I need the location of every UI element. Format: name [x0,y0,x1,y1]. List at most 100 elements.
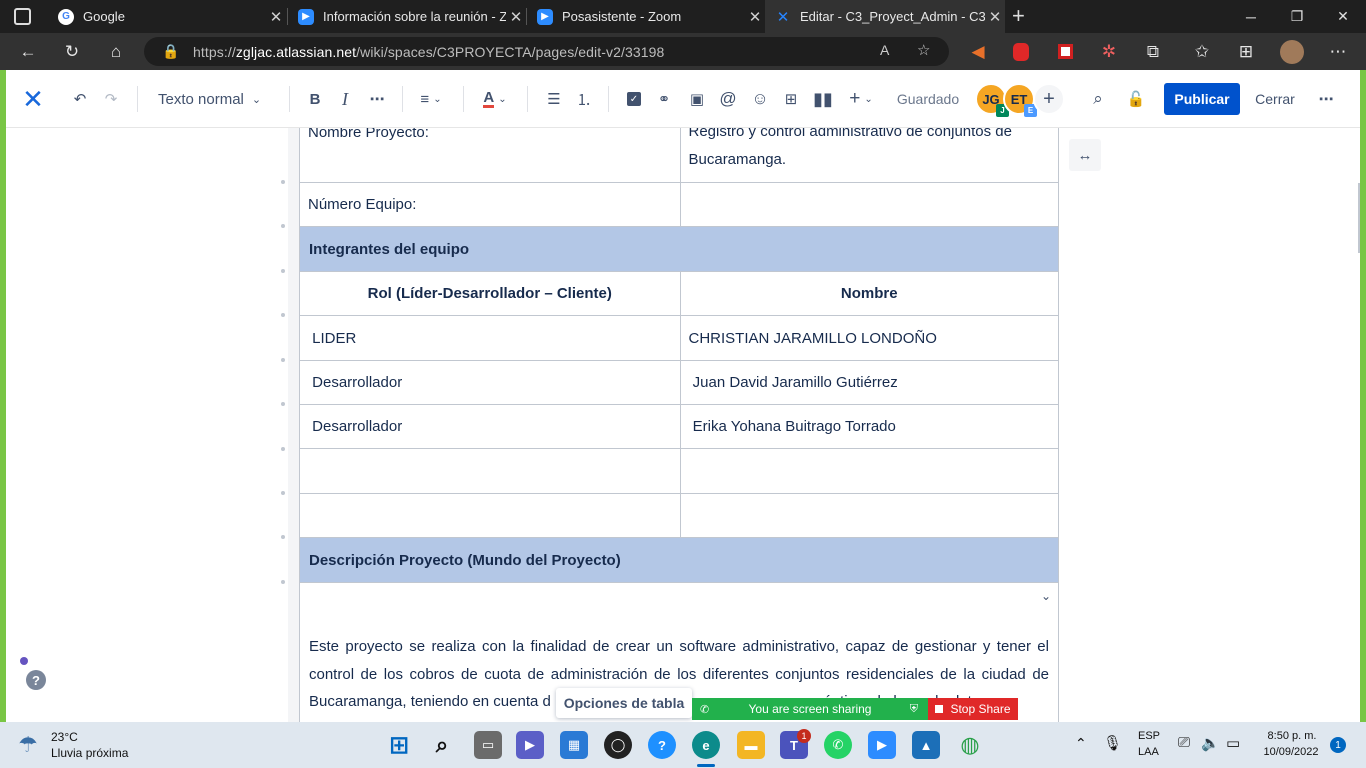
tab-zoom-posasistente[interactable]: ▶ Posasistente - Zoom ✕ [527,0,765,33]
confluence-logo-icon[interactable]: ✕ [18,84,48,114]
chevron-down-icon[interactable]: ⌄ [1041,589,1051,603]
extension-orange-icon[interactable]: ◀ [960,33,996,70]
stop-share-button[interactable]: Stop Share [928,698,1018,720]
scrollbar-thumb[interactable] [1358,183,1360,253]
insert-more-icon[interactable]: + ⌄ [844,87,878,111]
table-cell[interactable]: Juan David Jaramillo Gutiérrez [681,361,1059,404]
task-view-icon[interactable]: ▭ [474,731,502,759]
language-bottom[interactable]: LAA [1138,746,1159,758]
table-cell[interactable]: Desarrollador [300,361,681,404]
table-cell[interactable]: LIDER [300,316,681,360]
globe-app-icon[interactable]: ◍ [956,731,984,759]
table-cell[interactable]: Erika Yohana Buitrago Torrado [681,405,1059,448]
numbered-list-icon[interactable]: ⒈ [572,87,596,111]
italic-icon[interactable]: I [333,87,357,111]
weather-rain-icon[interactable]: ☂ [18,732,38,758]
help-icon[interactable]: ? [26,670,46,690]
collections-icon[interactable]: ⊞ [1228,33,1264,70]
edge-icon[interactable]: e [692,731,720,759]
read-aloud-icon[interactable]: A [880,42,889,58]
refresh-icon[interactable]: ↻ [54,33,90,70]
address-bar[interactable]: 🔒 https://zgljac.atlassian.net/wiki/spac… [144,37,949,66]
tab-confluence-edit[interactable]: ✕ Editar - C3_Proyect_Admin - C3_PROYECT… [765,0,1005,33]
extensions-icon[interactable]: ⧉ [1135,33,1171,70]
table-cell[interactable] [300,494,681,537]
zoom-icon[interactable]: ▶ [868,731,896,759]
photos-icon[interactable]: ▲ [912,731,940,759]
microphone-icon[interactable]: 🎙 [1103,734,1122,752]
notification-badge[interactable]: 1 [1330,737,1346,753]
text-color-icon[interactable]: A ⌄ [478,87,512,111]
more-formatting-icon[interactable]: ⋯ [365,87,389,111]
column-header-role[interactable]: Rol (Líder-Desarrollador – Cliente) [300,272,681,315]
settings-more-icon[interactable]: ⋯ [1320,33,1356,70]
back-icon[interactable]: ← [10,33,46,70]
restore-button[interactable]: ❐ [1274,0,1320,33]
table-options-button[interactable]: Opciones de tabla [556,688,692,718]
table-cell[interactable]: Nombre Proyecto: [300,128,681,182]
image-icon[interactable]: ▣ [685,87,709,111]
table-cell[interactable]: Registro y control administrativo de con… [681,128,1059,182]
tab-zoom-meeting-info[interactable]: ▶ Información sobre la reunión - Zoom ✕ [288,0,526,33]
start-windows-icon[interactable]: ⊞ [385,731,413,759]
emoji-icon[interactable]: ☺ [748,87,772,111]
editor-content[interactable]: Nombre Proyecto: Registro y control admi… [6,128,1360,722]
minimize-button[interactable]: ─ [1228,0,1274,33]
bold-icon[interactable]: B [303,87,327,111]
file-explorer-icon[interactable]: ▬ [737,731,765,759]
app-o-icon[interactable]: ◯ [604,731,632,759]
redo-icon[interactable]: ↷ [99,87,123,111]
extension-stop-icon[interactable] [1003,33,1039,70]
add-favorite-icon[interactable]: ☆ [917,41,930,59]
table-row-handles[interactable] [288,128,299,722]
close-icon[interactable]: ✕ [985,8,1005,26]
restrictions-lock-icon[interactable]: 🔓 [1124,87,1148,111]
table-cell[interactable] [681,449,1059,493]
alignment-icon[interactable]: ≡ ⌄ [414,87,448,111]
language-top[interactable]: ESP [1138,730,1160,742]
table-cell[interactable] [300,449,681,493]
table-icon[interactable]: ⊞ [779,87,803,111]
chevron-up-icon[interactable]: ⌃ [1075,735,1087,752]
table-cell[interactable] [681,183,1059,226]
undo-icon[interactable]: ↶ [68,87,92,111]
close-icon[interactable]: ✕ [506,8,526,26]
text-style-dropdown[interactable]: Texto normal ⌄ [158,87,266,111]
favorites-icon[interactable]: ✩ [1184,33,1220,70]
weather-desc[interactable]: Lluvia próxima [51,746,128,760]
tab-google[interactable]: G Google ✕ [48,0,286,33]
layouts-icon[interactable]: ▮▮ [811,87,835,111]
volume-icon[interactable]: 🔈 [1201,734,1220,752]
column-header-name[interactable]: Nombre [681,272,1059,315]
bullet-list-icon[interactable]: ☰ [542,87,566,111]
weather-temp[interactable]: 23°C [51,730,78,744]
home-icon[interactable]: ⌂ [98,33,134,70]
mention-icon[interactable]: @ [716,87,740,111]
team-section-header[interactable]: Integrantes del equipo [300,227,1059,271]
description-section-header[interactable]: Descripción Proyecto (Mundo del Proyecto… [300,538,1059,582]
table-cell[interactable]: Desarrollador [300,405,681,448]
close-window-button[interactable]: ✕ [1320,0,1366,33]
help-app-icon[interactable]: ? [648,731,676,759]
profile-avatar[interactable] [1274,33,1310,70]
extension-pdf-icon[interactable] [1047,33,1083,70]
search-icon[interactable]: ⌕ [1086,87,1110,111]
clock-date[interactable]: 10/09/2022 [1256,746,1326,758]
display-icon[interactable]: ⎚ [1178,734,1190,751]
table-cell[interactable]: Número Equipo: [300,183,681,226]
whatsapp-icon[interactable]: ✆ [824,731,852,759]
store-icon[interactable]: ▦ [560,731,588,759]
invite-button[interactable]: + [1033,83,1065,115]
link-icon[interactable]: ⚭ [652,87,676,111]
table-cell[interactable] [681,494,1059,537]
tab-actions-icon[interactable] [14,8,31,25]
chat-icon[interactable]: ▶ [516,731,544,759]
new-tab-button[interactable]: + [1012,4,1032,28]
more-options-icon[interactable]: ⋯ [1314,87,1338,111]
battery-icon[interactable]: ▭ [1226,734,1240,752]
close-icon[interactable]: ✕ [745,8,765,26]
close-icon[interactable]: ✕ [266,8,286,26]
avatar[interactable]: ET E [1003,83,1037,117]
publish-button[interactable]: Publicar [1164,83,1240,115]
clock-time[interactable]: 8:50 p. m. [1262,730,1322,742]
